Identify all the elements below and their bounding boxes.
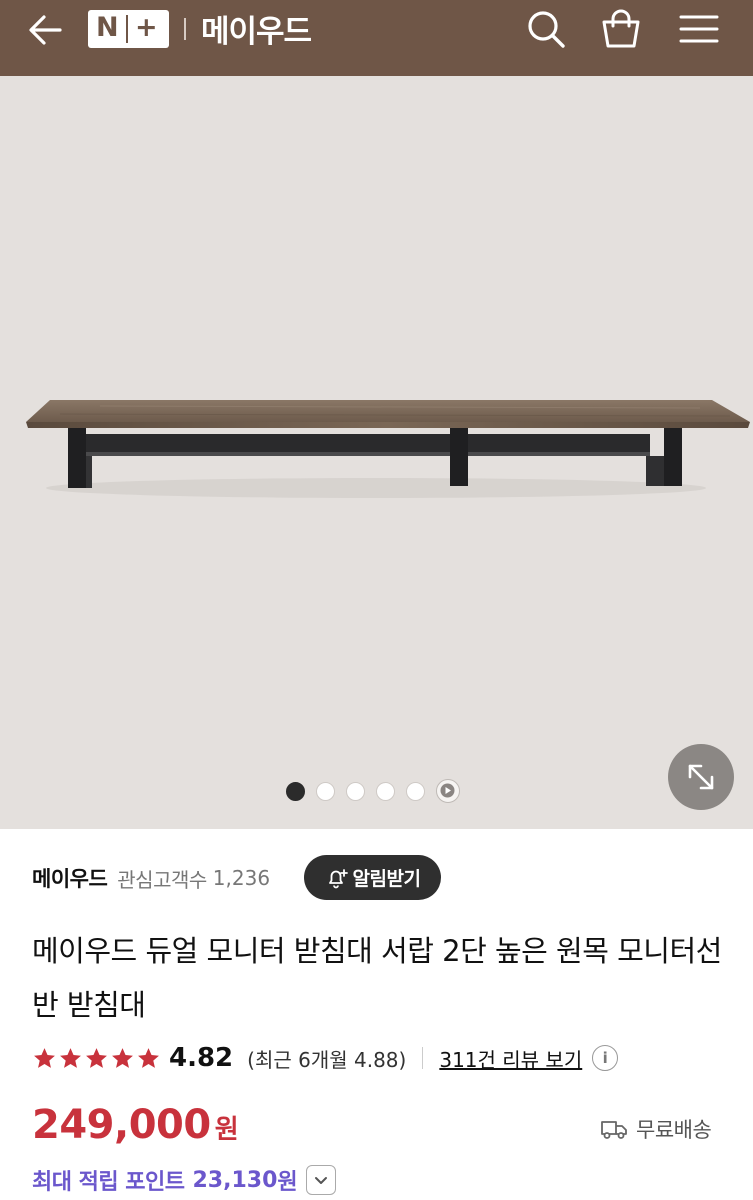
bell-plus-icon [328,868,348,888]
delivery-truck-icon [601,1121,627,1139]
gallery-pagination [286,779,460,803]
star-icon [34,1047,55,1068]
gallery-video-dot[interactable] [436,779,460,803]
gallery-dot[interactable] [286,781,305,801]
points-value: 23,130 [192,1167,278,1193]
gallery-dot[interactable] [406,781,425,801]
hamburger-menu-icon [679,15,719,43]
fav-customers-label: 관심고객수 [117,867,207,892]
star-icon [112,1047,133,1068]
cart-button[interactable] [600,8,642,50]
logo-letter-plus: + [135,12,158,43]
price-amount: 249,000 [32,1102,211,1148]
gallery-dot[interactable] [346,781,365,801]
menu-button[interactable] [678,8,720,50]
gallery-dot[interactable] [376,781,395,801]
top-app-bar: N + 메이우드 [0,0,753,76]
brand-row: 메이우드 관심고객수 1,236 [32,856,270,900]
points-row: 최대 적립 포인트 23,130 원 [32,1162,336,1198]
points-expand-button[interactable] [305,1165,336,1195]
product-image-gallery[interactable] [0,76,753,829]
back-button[interactable] [22,10,70,50]
rating-value: 4.82 [169,1043,234,1073]
product-photo [26,400,750,498]
shipping-label: 무료배송 [636,1118,712,1142]
star-icon [138,1047,159,1068]
star-rating [32,1046,161,1071]
price-row: 249,000 원 [32,1102,239,1154]
star-icon [60,1047,81,1068]
zoom-button[interactable] [668,744,734,810]
star-icon [86,1047,107,1068]
product-title: 메이우드 듀얼 모니터 받침대 서랍 2단 높은 원목 모니터선반 받침대 [32,934,722,1022]
search-icon [528,11,565,48]
header-divider [184,18,186,40]
expand-icon [688,764,714,790]
shopping-bag-icon [602,9,640,48]
chevron-down-icon [314,1177,327,1184]
store-name[interactable]: 메이우드 [201,6,312,51]
play-icon [440,783,455,798]
review-link[interactable]: 311건 리뷰 보기 [439,1044,582,1073]
gallery-dot[interactable] [316,781,335,801]
subscribe-alarm-label: 알림받기 [352,868,421,890]
fav-customers-count: 1,236 [212,866,271,890]
rating-recent: (최근 6개월 4.88) [247,1047,407,1072]
subscribe-alarm-button[interactable]: 알림받기 [304,855,441,900]
rating-row: 4.82 (최근 6개월 4.88) 311건 리뷰 보기 i [32,1040,619,1076]
points-unit: 원 [277,1170,298,1195]
back-arrow-icon [29,15,62,45]
info-icon[interactable]: i [592,1045,619,1071]
shipping-info: 무료배송 [600,1114,712,1144]
search-button[interactable] [525,8,567,50]
price-currency: 원 [214,1115,239,1145]
points-label: 최대 적립 포인트 [32,1170,185,1195]
logo-letter-n: N [96,12,119,43]
rating-divider [422,1047,424,1069]
brand-name[interactable]: 메이우드 [32,863,108,893]
naver-plus-logo[interactable]: N + [88,10,169,48]
